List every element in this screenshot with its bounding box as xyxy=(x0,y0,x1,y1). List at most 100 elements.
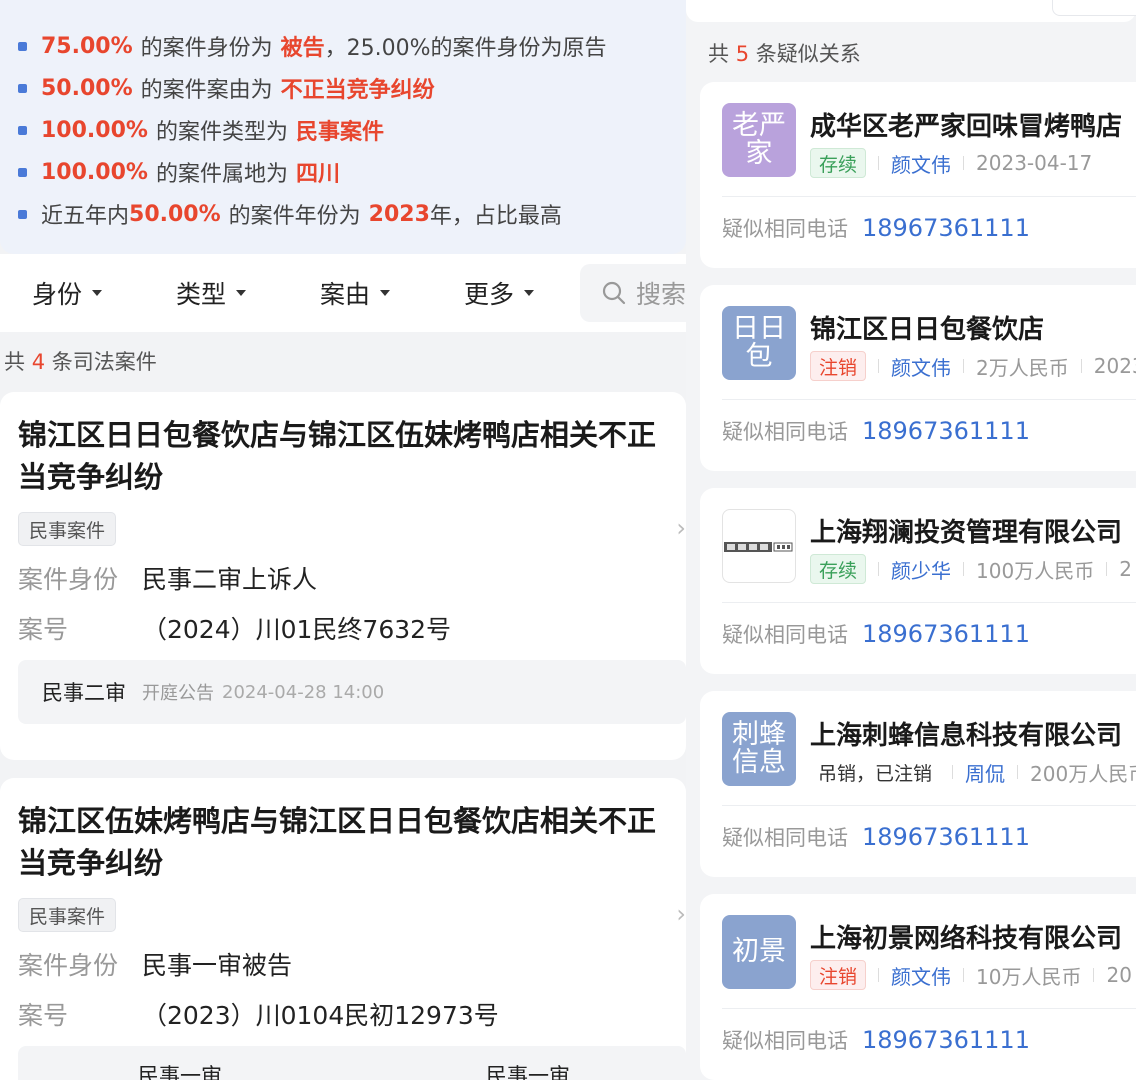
case-title[interactable]: 锦江区伍妹烤鸭店与锦江区日日包餐饮店相关不正当竞争纠纷 xyxy=(18,800,678,884)
bullet-icon xyxy=(18,209,27,219)
divider xyxy=(878,562,880,576)
legal-person-link[interactable]: 周侃 xyxy=(965,758,1005,787)
caret-down-icon xyxy=(380,290,391,296)
case-card[interactable]: 锦江区伍妹烤鸭店与锦江区日日包餐饮店相关不正当竞争纠纷 民事案件 › 案件身份 … xyxy=(0,778,686,1080)
company-logo-image xyxy=(724,542,793,552)
company-card[interactable]: 刺蜂信息 上海刺蜂信息科技有限公司 吊销，已注销 周侃 200万人民币 疑似相同… xyxy=(700,691,1136,877)
stat-cause: 50.00% 的案件案由为 不正当竞争纠纷 xyxy=(18,72,435,104)
phone-number[interactable]: 18967361111 xyxy=(862,823,1030,851)
stat-prefix: 近五年内 xyxy=(41,204,130,229)
divider xyxy=(722,196,1136,197)
count-prefix: 共 xyxy=(708,42,729,66)
registered-capital: 2万人民币 xyxy=(976,355,1069,380)
company-card[interactable]: 上海翔澜投资管理有限公司 存续 颜少华 100万人民币 2 疑似相同电话 189… xyxy=(700,488,1136,674)
company-name[interactable]: 锦江区日日包餐饮店 xyxy=(810,309,1044,346)
company-meta: 注销 颜文伟 2万人民币 2023 xyxy=(810,351,1136,381)
company-name[interactable]: 上海翔澜投资管理有限公司 xyxy=(810,512,1122,549)
logo-text: 初景 xyxy=(732,936,786,967)
filter-label: 类型 xyxy=(176,280,227,309)
legal-person-link[interactable]: 颜少华 xyxy=(891,555,951,584)
stat-year: 近五年内 50.00% 的案件年份为 2023 年，占比最高 xyxy=(18,198,562,230)
case-title[interactable]: 锦江区日日包餐饮店与锦江区伍妹烤鸭店相关不正当竞争纠纷 xyxy=(18,414,678,498)
stat-text: 的案件属地为 xyxy=(155,162,288,187)
phone-row: 疑似相同电话 18967361111 xyxy=(722,619,1030,649)
registered-capital: 200万人民币 xyxy=(1030,761,1136,786)
filter-more[interactable]: 更多 xyxy=(464,254,535,332)
company-name[interactable]: 上海初景网络科技有限公司 xyxy=(810,918,1122,955)
company-card[interactable]: 老严家 成华区老严家回味冒烤鸭店 存续 颜文伟 2023-04-17 疑似相同电… xyxy=(700,82,1136,268)
case-progress-row[interactable]: 民事一审 民事一审 xyxy=(18,1046,686,1080)
company-meta: 注销 颜文伟 10万人民币 20 xyxy=(810,960,1132,990)
phone-label: 疑似相同电话 xyxy=(722,1029,848,1053)
divider xyxy=(722,602,1136,603)
company-logo-image xyxy=(722,509,796,583)
case-progress-row[interactable]: 民事二审 开庭公告 2024-04-28 14:00 xyxy=(18,660,686,724)
case-card[interactable]: 锦江区日日包餐饮店与锦江区伍妹烤鸭店相关不正当竞争纠纷 民事案件 › 案件身份 … xyxy=(0,392,686,760)
phone-label: 疑似相同电话 xyxy=(722,623,848,647)
company-meta: 存续 颜文伟 2023-04-17 xyxy=(810,148,1092,178)
search-placeholder: 搜索 xyxy=(636,280,686,309)
company-meta: 存续 颜少华 100万人民币 2 xyxy=(810,554,1132,584)
filter-type[interactable]: 类型 xyxy=(176,254,247,332)
case-number-value: （2023）川0104民初12973号 xyxy=(142,1001,499,1030)
company-name[interactable]: 成华区老严家回味冒烤鸭店 xyxy=(810,106,1122,143)
company-name[interactable]: 上海刺蜂信息科技有限公司 xyxy=(810,715,1122,752)
stat-text: 的案件类型为 xyxy=(155,120,288,145)
top-strip xyxy=(686,0,1136,22)
phone-row: 疑似相同电话 18967361111 xyxy=(722,822,1030,852)
case-number-row: 案号 （2023）川0104民初12973号 xyxy=(18,996,499,1032)
legal-person-link[interactable]: 颜文伟 xyxy=(891,149,951,178)
divider xyxy=(722,1008,1136,1009)
legal-person-link[interactable]: 颜文伟 xyxy=(891,352,951,381)
chevron-right-icon[interactable]: › xyxy=(676,514,686,542)
registered-capital: 10万人民币 xyxy=(976,964,1082,989)
search-input[interactable]: 搜索 xyxy=(580,264,686,322)
case-number-label: 案号 xyxy=(18,615,69,644)
phone-number[interactable]: 18967361111 xyxy=(862,214,1030,242)
divider xyxy=(878,156,880,170)
phone-row: 疑似相同电话 18967361111 xyxy=(722,416,1030,446)
bullet-icon xyxy=(18,167,27,177)
case-role-row: 案件身份 民事二审上诉人 xyxy=(18,560,317,596)
logo-text: 日日包 xyxy=(732,313,786,372)
phone-number[interactable]: 18967361111 xyxy=(862,417,1030,445)
count-number: 4 xyxy=(31,350,46,374)
filter-label: 身份 xyxy=(32,280,83,309)
divider xyxy=(1093,968,1095,982)
established-date: 2023-04-17 xyxy=(976,151,1093,175)
phone-row: 疑似相同电话 18967361111 xyxy=(722,1025,1030,1055)
search-icon xyxy=(602,281,626,305)
progress-stage: 民事一审 xyxy=(486,1064,570,1080)
count-suffix: 条疑似关系 xyxy=(755,42,861,66)
divider xyxy=(963,156,965,170)
filter-cause[interactable]: 案由 xyxy=(320,254,391,332)
divider xyxy=(722,805,1136,806)
company-logo: 初景 xyxy=(722,915,796,989)
company-card[interactable]: 初景 上海初景网络科技有限公司 注销 颜文伟 10万人民币 20 疑似相同电话 … xyxy=(700,894,1136,1080)
case-stats-summary: 75.00% 的案件身份为 被告 ，25.00%的案件身份为原告 50.00% … xyxy=(0,0,686,254)
count-number: 5 xyxy=(735,42,750,66)
stat-suffix: ，25.00%的案件身份为原告 xyxy=(324,36,607,61)
case-count: 共 4 条司法案件 xyxy=(4,346,157,376)
stat-highlight: 四川 xyxy=(295,162,340,187)
phone-label: 疑似相同电话 xyxy=(722,420,848,444)
role-value: 民事一审被告 xyxy=(142,951,293,980)
phone-number[interactable]: 18967361111 xyxy=(862,620,1030,648)
filter-identity[interactable]: 身份 xyxy=(32,254,103,332)
filter-label: 更多 xyxy=(464,280,515,309)
established-date: 2 xyxy=(1119,557,1132,581)
company-card[interactable]: 日日包 锦江区日日包餐饮店 注销 颜文伟 2万人民币 2023 疑似相同电话 1… xyxy=(700,285,1136,471)
phone-number[interactable]: 18967361111 xyxy=(862,1026,1030,1054)
top-pill[interactable] xyxy=(1052,0,1136,16)
phone-row: 疑似相同电话 18967361111 xyxy=(722,213,1030,243)
role-label: 案件身份 xyxy=(18,951,119,980)
progress-stage: 民事二审 xyxy=(42,681,126,705)
chevron-right-icon[interactable]: › xyxy=(676,900,686,928)
stat-region: 100.00% 的案件属地为 四川 xyxy=(18,156,340,188)
status-badge: 存续 xyxy=(810,554,867,584)
case-role-row: 案件身份 民事一审被告 xyxy=(18,946,292,982)
phone-label: 疑似相同电话 xyxy=(722,217,848,241)
company-logo: 刺蜂信息 xyxy=(722,712,796,786)
legal-person-link[interactable]: 颜文伟 xyxy=(891,961,951,990)
stat-pct: 100.00% xyxy=(41,159,148,185)
